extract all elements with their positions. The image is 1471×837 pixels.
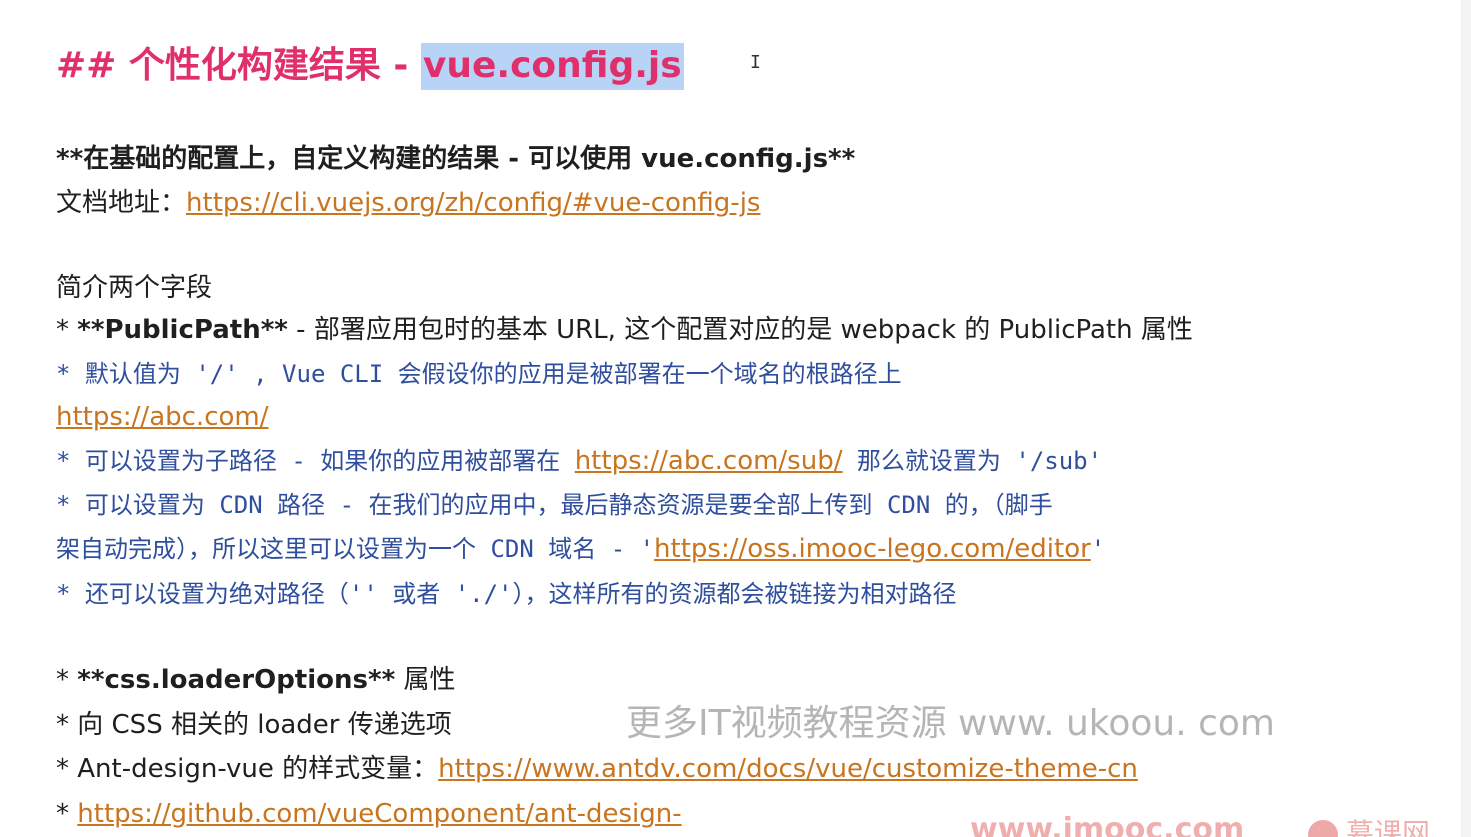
watermark-site: www.imooc.com (970, 812, 1245, 837)
sub2-line: * 可以设置为子路径 - 如果你的应用被部署在 https://abc.com/… (56, 444, 1102, 478)
intro-bold-line: **在基础的配置上，自定义构建的结果 - 可以使用 vue.config.js*… (56, 144, 856, 174)
sub3-pre: 架自动完成），所以这里可以设置为一个 CDN 域名 - ' (56, 535, 655, 563)
loaderoptions-post: 属性 (395, 665, 456, 695)
sub3-post: ' (1090, 535, 1106, 563)
antdv-line: * Ant-design-vue 的样式变量：https://www.antdv… (56, 752, 1138, 786)
publicpath-line: * **PublicPath** - 部署应用包时的基本 URL, 这个配置对应… (56, 313, 1193, 347)
title-prefix: ## 个性化构建结果 - (56, 45, 421, 86)
section1-title: 简介两个字段 (56, 273, 213, 303)
antdv-link[interactable]: https://www.antdv.com/docs/vue/customize… (438, 754, 1138, 784)
sub3-line2: 架自动完成），所以这里可以设置为一个 CDN 域名 - 'https://oss… (56, 532, 1105, 566)
loaderoptions-line: * **css.loaderOptions** 属性 (56, 663, 455, 697)
doc-line: 文档地址：https://cli.vuejs.org/zh/config/#vu… (56, 186, 760, 220)
publicpath-desc: - 部署应用包时的基本 URL, 这个配置对应的是 webpack 的 Publ… (287, 315, 1193, 345)
text-cursor-icon: I (750, 52, 761, 73)
watermark-text: 更多IT视频教程资源 www. ukoou. com (626, 703, 1275, 744)
sub1-line: * 默认值为 '/' , Vue CLI 会假设你的应用是被部署在一个域名的根路… (56, 360, 902, 388)
sub4-line: * 还可以设置为绝对路径（'' 或者 './'），这样所有的资源都会被链接为相对… (56, 580, 957, 608)
sub1-link-line: https://abc.com/ (56, 400, 268, 434)
brand-name: 慕课网 (1346, 817, 1431, 837)
github-line: * https://github.com/vueComponent/ant-de… (56, 797, 682, 831)
loader-desc-line: * 向 CSS 相关的 loader 传递选项 (56, 710, 452, 740)
sub2-link[interactable]: https://abc.com/sub/ (575, 446, 843, 476)
doc-link[interactable]: https://cli.vuejs.org/zh/config/#vue-con… (186, 188, 760, 218)
github-link[interactable]: https://github.com/vueComponent/ant-desi… (77, 799, 681, 829)
doc-label: 文档地址： (56, 188, 187, 218)
antdv-pre: * Ant-design-vue 的样式变量： (56, 754, 439, 784)
publicpath-name: **PublicPath** (77, 315, 288, 345)
bullet: * (56, 315, 78, 345)
sub2-post: 那么就设置为 '/sub' (842, 447, 1103, 475)
sub2-pre: * 可以设置为子路径 - 如果你的应用被部署在 (56, 447, 575, 475)
title-highlight: vue.config.js (420, 43, 684, 90)
bullet: * (56, 799, 78, 829)
sub3-link[interactable]: https://oss.imooc-lego.com/editor (654, 534, 1091, 564)
loaderoptions-name: **css.loaderOptions** (77, 665, 396, 695)
sub3-line1: * 可以设置为 CDN 路径 - 在我们的应用中，最后静态资源是要全部上传到 C… (56, 491, 1053, 519)
brand-logo-icon (1308, 820, 1338, 837)
document-page: ## 个性化构建结果 - vue.config.js I **在基础的配置上，自… (0, 0, 1471, 837)
brand-logo: 慕课网 (1308, 812, 1430, 837)
page-title: ## 个性化构建结果 - vue.config.js (56, 42, 684, 90)
bullet: * (56, 665, 78, 695)
scrollbar[interactable] (1461, 0, 1471, 837)
sub1-link[interactable]: https://abc.com/ (56, 402, 268, 432)
